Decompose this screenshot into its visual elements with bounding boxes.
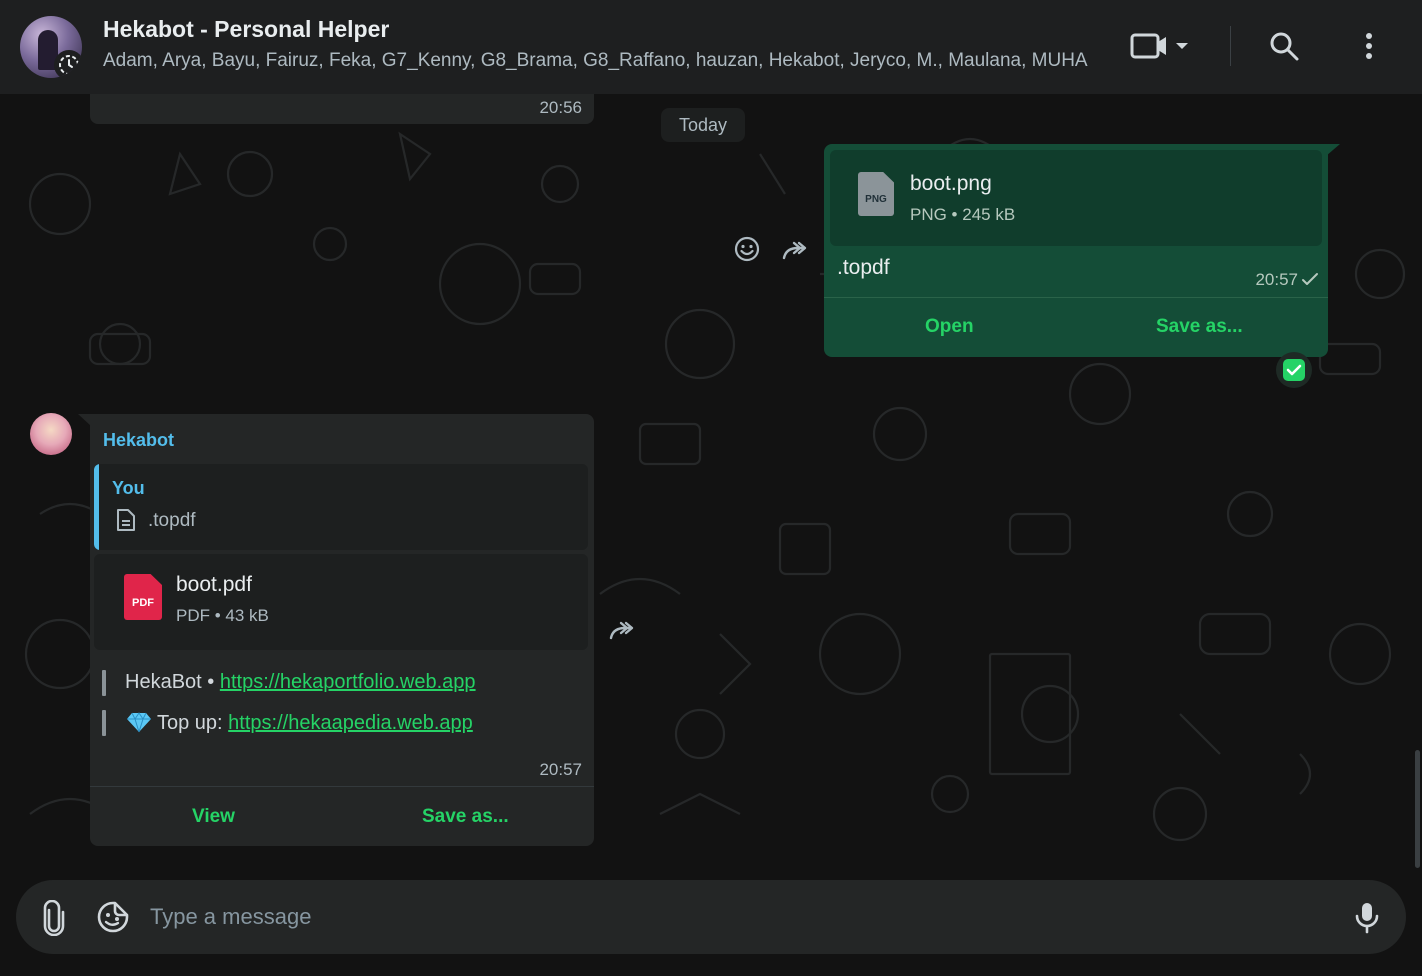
sender-avatar[interactable]	[30, 413, 72, 455]
pdf-file-icon: PDF	[124, 574, 162, 620]
video-call-button[interactable]	[1126, 28, 1196, 64]
file-name: boot.png	[910, 172, 992, 195]
video-call-icon	[1130, 33, 1188, 59]
search-icon	[1270, 32, 1299, 61]
open-button[interactable]: Open	[925, 316, 974, 338]
chat-area[interactable]: 20:56 Today PNG boot.png PNG • 245 kB .t…	[0, 94, 1422, 880]
message-time: 20:57	[1255, 270, 1298, 289]
mic-icon[interactable]	[1353, 900, 1381, 936]
message-line: Top up: https://hekaapedia.web.app	[125, 711, 473, 735]
chat-title[interactable]: Hekabot - Personal Helper	[103, 16, 389, 43]
menu-button[interactable]	[1356, 28, 1382, 64]
check-icon	[1302, 273, 1318, 285]
message-line: HekaBot • https://hekaportfolio.web.app	[125, 671, 476, 694]
file-name: boot.pdf	[176, 573, 252, 596]
menu-icon	[1366, 33, 1372, 59]
line-prefix: Top up:	[157, 712, 229, 734]
quoted-message[interactable]: You .topdf	[94, 464, 588, 550]
divider	[824, 297, 1328, 298]
quote-bar	[94, 464, 99, 550]
message-composer	[16, 880, 1406, 954]
file-attachment[interactable]: PDF boot.pdf PDF • 43 kB	[94, 554, 588, 650]
date-divider: Today	[661, 108, 745, 142]
divider	[90, 786, 594, 787]
incoming-message-bubble[interactable]: Hekabot You .topdf PDF boot.pdf PDF • 43…	[90, 414, 594, 846]
select-checkbox[interactable]	[1276, 352, 1312, 388]
bubble-tail	[1326, 144, 1340, 156]
message-time: 20:57	[539, 760, 582, 779]
file-meta: PDF • 43 kB	[176, 606, 269, 625]
topup-link[interactable]: https://hekaapedia.web.app	[228, 712, 473, 734]
outgoing-message-bubble[interactable]: PNG boot.png PNG • 245 kB .topdf 20:57 O…	[824, 144, 1328, 357]
composer-bar	[0, 880, 1422, 976]
attach-icon[interactable]	[38, 900, 70, 936]
save-as-button[interactable]: Save as...	[1156, 316, 1243, 338]
search-button[interactable]	[1266, 28, 1302, 64]
previous-message-bubble[interactable]: 20:56	[90, 94, 594, 124]
quote-text: .topdf	[148, 510, 196, 531]
sender-name[interactable]: Hekabot	[103, 430, 174, 451]
message-caption: .topdf	[837, 256, 890, 279]
view-button[interactable]: View	[192, 806, 235, 828]
message-time: 20:56	[539, 98, 582, 117]
chat-header: Hekabot - Personal Helper Adam, Arya, Ba…	[0, 0, 1422, 94]
gem-icon	[127, 712, 151, 733]
png-file-icon: PNG	[858, 172, 894, 216]
forward-icon[interactable]	[607, 616, 637, 644]
scrollbar[interactable]	[1415, 750, 1420, 868]
quote-author: You	[112, 478, 145, 498]
quote-line-marker	[102, 670, 106, 696]
file-meta: PNG • 245 kB	[910, 205, 1016, 224]
document-icon	[117, 509, 135, 531]
member-list[interactable]: Adam, Arya, Bayu, Fairuz, Feka, G7_Kenny…	[103, 50, 1088, 72]
save-as-button[interactable]: Save as...	[422, 806, 509, 828]
header-divider	[1230, 26, 1231, 66]
file-attachment[interactable]: PNG boot.png PNG • 245 kB	[830, 150, 1322, 246]
group-avatar[interactable]	[20, 16, 82, 78]
disappearing-timer-icon	[54, 50, 82, 78]
portfolio-link[interactable]: https://hekaportfolio.web.app	[220, 671, 476, 693]
line-prefix: HekaBot •	[125, 671, 220, 693]
emoji-icon[interactable]	[733, 235, 761, 263]
selected-check-icon	[1283, 359, 1305, 381]
forward-icon[interactable]	[780, 236, 810, 264]
quote-line-marker	[102, 710, 106, 736]
sticker-icon[interactable]	[96, 900, 130, 934]
message-input[interactable]	[150, 896, 1330, 938]
